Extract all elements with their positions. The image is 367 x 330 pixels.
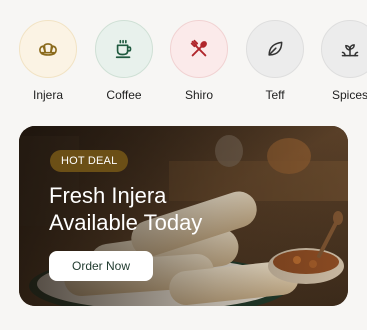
category-label: Coffee [106,88,142,102]
category-label: Teff [265,88,285,102]
category-spices-circle[interactable] [321,20,367,78]
category-label: Injera [32,88,64,102]
utensils-icon [190,39,207,57]
banner-headline: Fresh Injera Available Today [49,182,299,236]
leaf-icon [268,41,283,56]
banner-headline-line1: Fresh Injera [49,183,167,208]
category-coffee-circle[interactable] [95,20,153,78]
category-teff-circle[interactable] [246,20,304,78]
category-label: Shiro [184,88,213,102]
category-label: Spices [331,88,367,102]
category-row: Injera Coffee Shiro Teff Spices [0,20,367,110]
sprout-icon [341,44,359,57]
category-teff[interactable]: Teff [235,20,315,102]
category-injera[interactable]: Injera [8,20,88,102]
category-injera-circle[interactable] [19,20,77,78]
order-now-button[interactable]: Order Now [49,251,153,281]
category-coffee[interactable]: Coffee [84,20,164,102]
banner-headline-line2: Available Today [49,210,203,235]
category-spices[interactable]: Spices [310,20,367,102]
category-shiro-circle[interactable] [170,20,228,78]
category-shiro[interactable]: Shiro [159,20,239,102]
promo-banner[interactable]: HOT DEAL Fresh Injera Available Today Or… [19,126,348,306]
coffee-cup-icon [115,39,132,59]
croissant-icon [39,43,57,56]
hot-deal-badge: HOT DEAL [50,150,129,172]
